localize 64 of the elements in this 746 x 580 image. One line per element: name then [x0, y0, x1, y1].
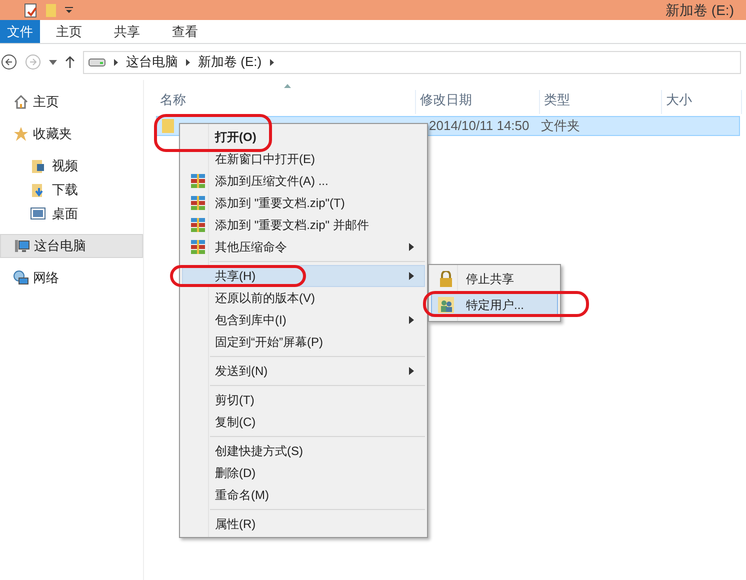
- folder-icon: [161, 118, 175, 134]
- submenu-arrow-icon: [409, 272, 414, 280]
- sidebar-item[interactable]: 视频: [0, 154, 143, 178]
- star-icon: [13, 126, 29, 142]
- menu-item[interactable]: 添加到 "重要文档.zip"(T): [182, 192, 425, 214]
- column-header[interactable]: 名称: [156, 90, 416, 114]
- up-arrow-icon[interactable]: [65, 56, 75, 68]
- menu-item[interactable]: 固定到“开始”屏幕(P): [182, 331, 425, 353]
- column-header[interactable]: 类型: [540, 90, 662, 114]
- breadcrumb-item[interactable]: 新加卷 (E:): [198, 52, 262, 72]
- desktop-icon: [30, 206, 46, 222]
- drive-icon: [88, 57, 106, 67]
- dropdown-icon[interactable]: [49, 60, 57, 64]
- sidebar-item[interactable]: 收藏夹: [0, 122, 143, 146]
- menu-item[interactable]: 属性(R): [182, 513, 425, 535]
- sidebar-item[interactable]: 下载: [0, 178, 143, 202]
- menu-item[interactable]: 剪切(T): [182, 389, 425, 411]
- menu-item[interactable]: 包含到库中(I): [182, 309, 425, 331]
- lock-icon: [439, 271, 453, 287]
- column-header[interactable]: 大小: [662, 90, 742, 114]
- network-icon: [13, 270, 29, 286]
- archive-icon: [190, 217, 206, 233]
- folder-icon: [30, 158, 46, 174]
- sidebar-item[interactable]: 主页: [0, 90, 143, 114]
- sort-icon: [284, 84, 291, 88]
- window-title: 新加卷 (E:): [666, 0, 734, 20]
- menu-item[interactable]: 在新窗口中打开(E): [182, 148, 425, 170]
- archive-icon: [190, 239, 206, 255]
- chevron-icon: [114, 58, 118, 66]
- table-cell-text: 文件夹: [541, 117, 580, 136]
- menu-item[interactable]: 创建快捷方式(S): [182, 440, 425, 462]
- menu-item[interactable]: 发送到(N): [182, 360, 425, 382]
- archive-icon: [190, 195, 206, 211]
- ribbon-tab[interactable]: 共享: [98, 20, 156, 43]
- ribbon-tab[interactable]: 文件: [0, 20, 40, 43]
- chevron-icon: [270, 58, 274, 66]
- sidebar-item[interactable]: 这台电脑: [0, 234, 143, 258]
- submenu-arrow-icon: [409, 316, 414, 324]
- back-icon[interactable]: [1, 54, 17, 70]
- chevron-icon: [186, 58, 190, 66]
- menu-item[interactable]: 其他压缩命令: [182, 236, 425, 258]
- sidebar-item[interactable]: 桌面: [0, 202, 143, 226]
- menu-item[interactable]: 停止共享: [431, 267, 558, 291]
- menu-item[interactable]: 重命名(M): [182, 484, 425, 506]
- submenu-arrow-icon: [409, 243, 414, 251]
- home-icon: [13, 94, 29, 110]
- menu-item[interactable]: 还原以前的版本(V): [182, 287, 425, 309]
- ribbon-tab[interactable]: 主页: [40, 20, 98, 43]
- folder-icon: [45, 2, 57, 18]
- archive-icon: [190, 173, 206, 189]
- column-header[interactable]: 修改日期: [416, 90, 540, 114]
- users-icon: [438, 297, 454, 313]
- address-bar[interactable]: 这台电脑 新加卷 (E:): [83, 50, 741, 74]
- menu-item[interactable]: 删除(D): [182, 462, 425, 484]
- ribbon-tab[interactable]: 查看: [156, 20, 214, 43]
- table-cell-text: 2014/10/11 14:50: [429, 117, 530, 136]
- menu-item[interactable]: 添加到 "重要文档.zip" 并邮件: [182, 214, 425, 236]
- computer-icon: [14, 238, 30, 254]
- sidebar-item[interactable]: 网络: [0, 266, 143, 290]
- breadcrumb-item[interactable]: 这台电脑: [126, 52, 178, 72]
- menu-item[interactable]: 复制(C): [182, 411, 425, 433]
- dropdown-icon[interactable]: [65, 6, 73, 14]
- menu-item[interactable]: 添加到压缩文件(A) ...: [182, 170, 425, 192]
- submenu-arrow-icon: [409, 367, 414, 375]
